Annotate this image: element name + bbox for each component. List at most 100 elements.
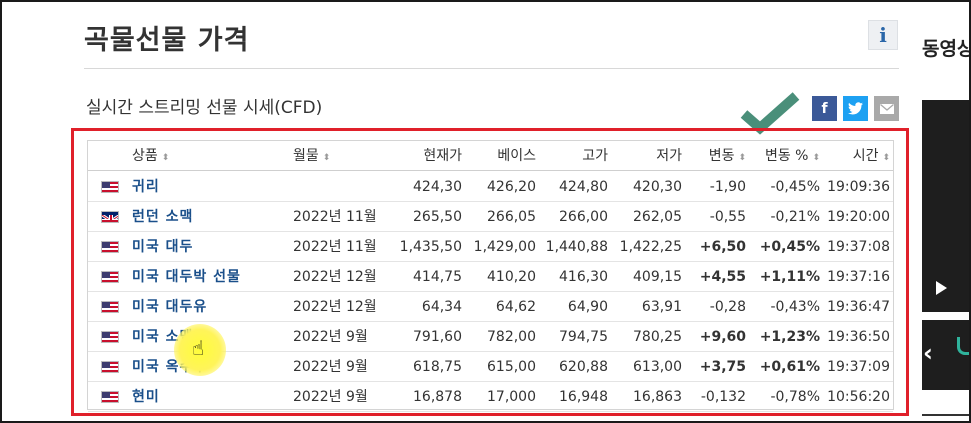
cell-base: 266,05 (487, 209, 536, 225)
twitter-share-icon[interactable] (843, 96, 868, 121)
cell-change-pct: +0,61% (759, 359, 820, 375)
product-link[interactable]: 귀리 (132, 172, 160, 202)
video-logo-icon (957, 337, 969, 355)
cell-current: 64,34 (421, 299, 462, 315)
cell-current: 618,75 (413, 359, 462, 375)
cell-change-pct: +0,45% (759, 239, 820, 255)
screenshot-frame: 곡물선물 가격 i 실시간 스트리밍 선물 시세(CFD) f 상품 ⬍ 월물 ⬍ … (0, 0, 971, 423)
table-row[interactable]: 미국 대두 2022년 11월 1,435,50 1,429,00 1,440,88 1,… (88, 232, 893, 262)
cell-month: 2022년 9월 (293, 359, 368, 375)
sort-icon: ⬍ (161, 153, 170, 163)
cell-time: 19:37:16 (827, 269, 890, 285)
cell-month: 2022년 12월 (293, 299, 377, 315)
cell-change-pct: -0,45% (770, 179, 820, 195)
product-link[interactable]: 런던 소맥 (132, 202, 193, 232)
header-base[interactable]: 베이스 (462, 141, 536, 171)
cell-base: 426,20 (487, 179, 536, 195)
chevron-left-icon[interactable]: ‹ (923, 339, 933, 367)
cell-base: 410,20 (487, 269, 536, 285)
header-product[interactable]: 상품 ⬍ (132, 141, 169, 171)
facebook-share-icon[interactable]: f (812, 96, 837, 121)
cell-change-pct: -0,78% (770, 389, 820, 405)
cell-low: 409,15 (633, 269, 682, 285)
section-subtitle: 실시간 스트리밍 선물 시세(CFD) (86, 98, 323, 118)
cell-month: 2022년 12월 (293, 269, 377, 285)
cell-high: 16,948 (559, 389, 608, 405)
cell-high: 416,30 (559, 269, 608, 285)
cell-high: 794,75 (559, 329, 608, 345)
cell-time: 19:37:09 (827, 359, 890, 375)
cell-change-pct: -0,43% (770, 299, 820, 315)
header-change-pct[interactable]: 변동 % ⬍ (746, 141, 820, 171)
sort-icon: ⬍ (882, 153, 890, 163)
cell-time: 19:37:08 (827, 239, 890, 255)
cell-month: 2022년 11월 (293, 209, 377, 225)
cell-high: 620,88 (559, 359, 608, 375)
uk-flag-icon (101, 211, 119, 223)
cell-low: 1,422,25 (619, 239, 682, 255)
us-flag-icon (101, 391, 119, 403)
cell-current: 791,60 (413, 329, 462, 345)
cell-low: 420,30 (633, 179, 682, 195)
cell-current: 265,50 (413, 209, 462, 225)
header-change[interactable]: 변동 ⬍ (682, 141, 746, 171)
cell-time: 19:20:00 (827, 209, 890, 225)
table-row[interactable]: 미국 대두유 2022년 12월 64,34 64,62 64,90 63,91 -0,28… (88, 292, 893, 322)
cell-change: +9,60 (699, 329, 746, 345)
cell-month: 2022년 9월 (293, 329, 368, 345)
info-icon[interactable]: i (868, 20, 898, 50)
sort-icon: ⬍ (322, 153, 331, 163)
us-flag-icon (101, 241, 119, 253)
cell-change: +4,55 (699, 269, 746, 285)
cell-base: 615,00 (487, 359, 536, 375)
cell-high: 64,90 (567, 299, 608, 315)
product-link[interactable]: 미국 대두 (132, 232, 193, 262)
email-share-icon[interactable] (874, 96, 899, 121)
cell-change: +6,50 (699, 239, 746, 255)
table-row[interactable]: 귀리 424,30 426,20 424,80 420,30 -1,90 -0,45% 19:… (88, 172, 893, 202)
cell-base: 64,62 (495, 299, 536, 315)
cell-month: 2022년 11월 (293, 239, 377, 255)
cell-base: 17,000 (487, 389, 536, 405)
us-flag-icon (101, 331, 119, 343)
table-row[interactable]: 미국 대두박 선물 2022년 12월 414,75 410,20 416,30 409,… (88, 262, 893, 292)
title-divider (84, 68, 899, 69)
cell-low: 63,91 (641, 299, 682, 315)
cell-change: +3,75 (699, 359, 746, 375)
cell-low: 780,25 (633, 329, 682, 345)
cell-high: 1,440,88 (545, 239, 608, 255)
cell-current: 1,435,50 (399, 239, 462, 255)
cell-change: -0,132 (700, 389, 746, 405)
header-current[interactable]: 현재가 (388, 141, 462, 171)
cell-high: 424,80 (559, 179, 608, 195)
cell-change: -0,28 (709, 299, 746, 315)
table-row[interactable]: 런던 소맥 2022년 11월 265,50 266,05 266,00 262,05 -0… (88, 202, 893, 232)
cell-change: -1,90 (709, 179, 746, 195)
table-row[interactable]: 현미 2022년 9월 16,878 17,000 16,948 16,863 -0,132… (88, 382, 893, 412)
cell-time: 10:56:20 (827, 389, 890, 405)
header-low[interactable]: 저가 (608, 141, 682, 171)
cell-current: 16,878 (413, 389, 462, 405)
cell-current: 414,75 (413, 269, 462, 285)
product-link[interactable]: 현미 (132, 382, 160, 412)
us-flag-icon (101, 271, 119, 283)
cell-current: 424,30 (413, 179, 462, 195)
cell-change-pct: +1,11% (759, 269, 820, 285)
header-month[interactable]: 월물 ⬍ (293, 141, 330, 171)
sort-icon: ⬍ (738, 153, 746, 163)
header-time[interactable]: 시간 ⬍ (820, 141, 890, 171)
cell-base: 1,429,00 (473, 239, 536, 255)
product-link[interactable]: 미국 대두유 (132, 292, 207, 322)
cell-low: 613,00 (633, 359, 682, 375)
cell-time: 19:36:47 (827, 299, 890, 315)
play-icon[interactable] (936, 281, 947, 295)
us-flag-icon (101, 361, 119, 373)
page-title: 곡물선물 가격 (84, 25, 250, 56)
product-link[interactable]: 미국 대두박 선물 (132, 262, 241, 292)
cell-change: -0,55 (709, 209, 746, 225)
header-high[interactable]: 고가 (536, 141, 608, 171)
sidebar-heading: 동영상 (922, 38, 971, 60)
sort-icon: ⬍ (812, 153, 820, 163)
cell-change-pct: +1,23% (759, 329, 820, 345)
cell-time: 19:09:36 (827, 179, 890, 195)
